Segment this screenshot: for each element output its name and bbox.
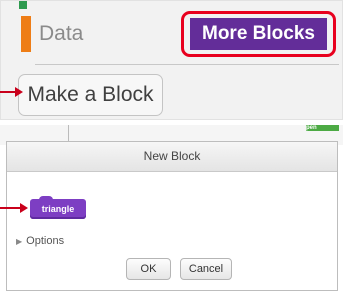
- category-swatch-previous: [19, 1, 27, 9]
- new-block-dialog: New Block triangle ▶ Options OK Cancel: [6, 141, 338, 291]
- editor-divider: [68, 125, 69, 141]
- options-label: Options: [26, 235, 65, 247]
- pointer-arrow-icon: [0, 87, 23, 97]
- cancel-button[interactable]: Cancel: [180, 258, 232, 280]
- dialog-title[interactable]: New Block: [7, 142, 337, 172]
- data-category-swatch: [21, 16, 31, 52]
- background-pen-block: pen: [306, 125, 339, 131]
- palette-divider: [35, 64, 339, 65]
- options-toggle[interactable]: ▶ Options: [16, 235, 64, 247]
- make-a-block-button[interactable]: Make a Block: [18, 74, 163, 116]
- ok-button[interactable]: OK: [126, 258, 171, 280]
- custom-block-preview[interactable]: triangle: [30, 196, 86, 219]
- data-category-button[interactable]: Data: [39, 20, 83, 48]
- more-blocks-category-button[interactable]: More Blocks: [190, 18, 327, 50]
- pointer-arrow-icon: [0, 203, 28, 213]
- chevron-right-icon: ▶: [16, 237, 23, 246]
- blocks-palette: Data More Blocks Make a Block: [0, 0, 343, 120]
- more-blocks-highlight-box: More Blocks: [181, 11, 336, 57]
